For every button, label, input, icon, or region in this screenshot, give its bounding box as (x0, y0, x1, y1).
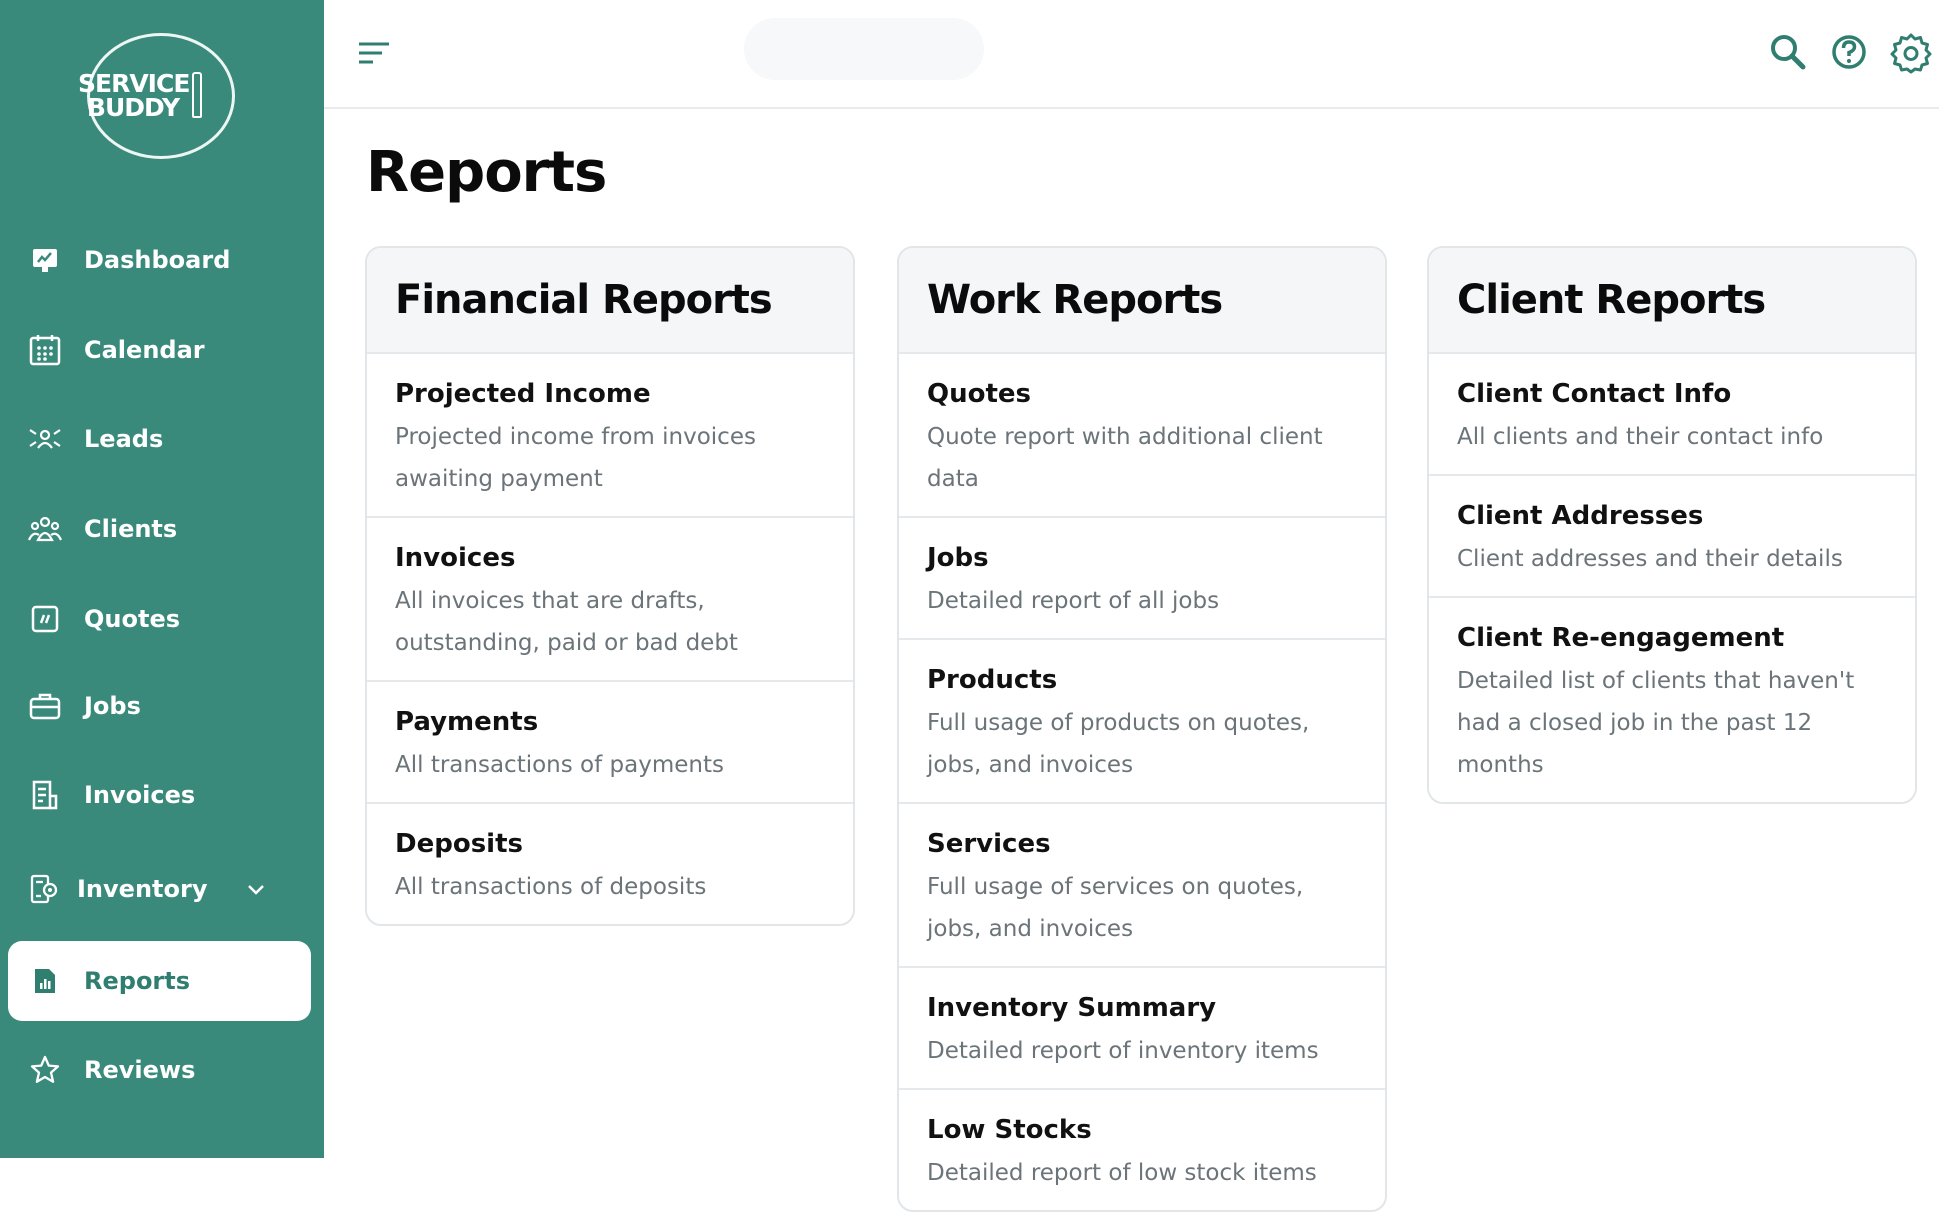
sidebar-item-label: Clients (84, 515, 178, 543)
report-description: All invoices that are drafts, outstandin… (395, 588, 738, 656)
sidebar-item-label: Calendar (84, 336, 205, 364)
report-description: Full usage of services on quotes, jobs, … (927, 874, 1304, 942)
sidebar-item-reports[interactable]: Reports (8, 941, 311, 1021)
report-deposits[interactable]: Deposits All transactions of deposits (367, 802, 853, 924)
blurred-placeholder (744, 18, 984, 80)
report-title: Client Addresses (1457, 501, 1704, 531)
report-projected-income[interactable]: Projected Income Projected income from i… (367, 352, 853, 516)
card-header: Work Reports (899, 248, 1385, 352)
report-title: Quotes (927, 379, 1032, 409)
page-title: Reports (366, 140, 607, 205)
help-icon[interactable] (1827, 30, 1871, 74)
calendar-icon (28, 333, 62, 367)
sidebar-item-dashboard[interactable]: Dashboard (8, 220, 311, 300)
report-low-stocks[interactable]: Low Stocks Detailed report of low stock … (899, 1088, 1385, 1210)
leads-icon (28, 422, 62, 456)
card-title: Work Reports (927, 277, 1223, 323)
logo-line-2: BUDDY (86, 93, 180, 122)
report-invoices[interactable]: Invoices All invoices that are drafts, o… (367, 516, 853, 680)
report-title: Products (927, 665, 1058, 695)
report-title: Projected Income (395, 379, 651, 409)
report-description: Client addresses and their details (1457, 546, 1843, 572)
sidebar: SERVICE BUDDY Dashboard Calendar Leads C… (0, 0, 324, 1158)
invoice-icon (28, 778, 62, 812)
sidebar-item-inventory[interactable]: Inventory (8, 849, 311, 929)
report-description: All clients and their contact info (1457, 424, 1824, 450)
report-title: Client Re-engagement (1457, 623, 1785, 653)
sidebar-item-reviews[interactable]: Reviews (8, 1030, 311, 1110)
card-header: Client Reports (1429, 248, 1915, 352)
menu-icon[interactable] (356, 38, 392, 68)
sidebar-item-leads[interactable]: Leads (8, 399, 311, 479)
client-reports-card: Client Reports Client Contact Info All c… (1427, 246, 1917, 804)
report-description: Projected income from invoices awaiting … (395, 424, 756, 492)
report-payments[interactable]: Payments All transactions of payments (367, 680, 853, 802)
sidebar-item-label: Invoices (84, 781, 196, 809)
card-title: Financial Reports (395, 277, 773, 323)
report-title: Payments (395, 707, 539, 737)
report-products[interactable]: Products Full usage of products on quote… (899, 638, 1385, 802)
sidebar-item-jobs[interactable]: Jobs (8, 666, 311, 746)
sidebar-item-label: Quotes (84, 605, 181, 633)
report-client-addresses[interactable]: Client Addresses Client addresses and th… (1429, 474, 1915, 596)
dashboard-icon (28, 243, 62, 277)
financial-reports-card: Financial Reports Projected Income Proje… (365, 246, 855, 926)
sidebar-item-label: Leads (84, 425, 164, 453)
report-title: Invoices (395, 543, 516, 573)
report-description: Full usage of products on quotes, jobs, … (927, 710, 1310, 778)
report-description: All transactions of payments (395, 752, 724, 778)
sidebar-item-clients[interactable]: Clients (8, 489, 311, 569)
report-quotes[interactable]: Quotes Quote report with additional clie… (899, 352, 1385, 516)
report-description: Detailed list of clients that haven't ha… (1457, 668, 1855, 778)
report-description: Quote report with additional client data (927, 424, 1323, 492)
report-title: Deposits (395, 829, 523, 859)
report-title: Client Contact Info (1457, 379, 1732, 409)
search-icon[interactable] (1766, 30, 1810, 74)
report-title: Low Stocks (927, 1115, 1092, 1145)
report-jobs[interactable]: Jobs Detailed report of all jobs (899, 516, 1385, 638)
reports-icon (28, 964, 62, 998)
report-services[interactable]: Services Full usage of services on quote… (899, 802, 1385, 966)
report-description: Detailed report of all jobs (927, 588, 1220, 614)
report-description: Detailed report of inventory items (927, 1038, 1319, 1064)
sidebar-item-quotes[interactable]: Quotes (8, 579, 311, 659)
star-icon (28, 1053, 62, 1087)
work-reports-card: Work Reports Quotes Quote report with ad… (897, 246, 1387, 1212)
quotes-icon (28, 602, 62, 636)
report-client-re-engagement[interactable]: Client Re-engagement Detailed list of cl… (1429, 596, 1915, 802)
sidebar-item-label: Inventory (77, 875, 208, 903)
logo[interactable]: SERVICE BUDDY (78, 71, 190, 122)
settings-icon[interactable] (1889, 30, 1933, 74)
card-header: Financial Reports (367, 248, 853, 352)
report-description: All transactions of deposits (395, 874, 707, 900)
sidebar-item-label: Jobs (84, 692, 141, 720)
clients-icon (28, 512, 62, 546)
briefcase-icon (28, 689, 62, 723)
pencil-icon (192, 72, 202, 118)
report-title: Inventory Summary (927, 993, 1217, 1023)
sidebar-item-calendar[interactable]: Calendar (8, 310, 311, 390)
sidebar-item-label: Dashboard (84, 246, 231, 274)
sidebar-item-invoices[interactable]: Invoices (8, 755, 311, 835)
sidebar-item-label: Reports (84, 967, 191, 995)
top-bar (324, 0, 1939, 109)
chevron-down-icon[interactable] (245, 878, 267, 900)
card-title: Client Reports (1457, 277, 1766, 323)
report-description: Detailed report of low stock items (927, 1160, 1317, 1186)
inventory-icon (28, 872, 62, 906)
sidebar-item-label: Reviews (84, 1056, 196, 1084)
report-client-contact-info[interactable]: Client Contact Info All clients and thei… (1429, 352, 1915, 474)
report-title: Jobs (927, 543, 989, 573)
report-title: Services (927, 829, 1051, 859)
report-inventory-summary[interactable]: Inventory Summary Detailed report of inv… (899, 966, 1385, 1088)
